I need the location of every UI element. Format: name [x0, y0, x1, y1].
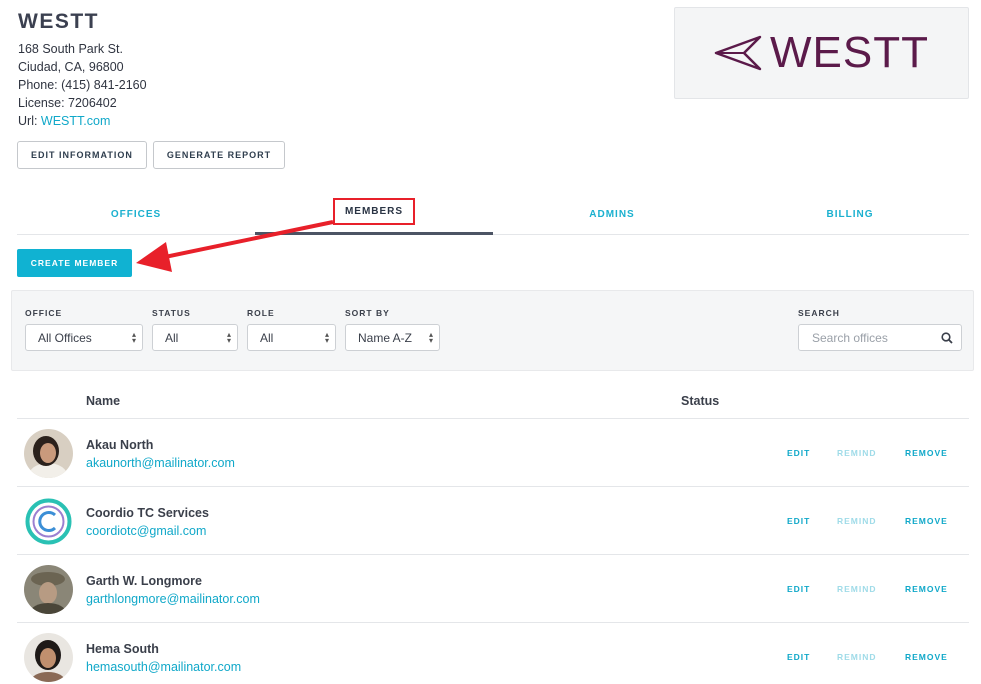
- company-city: Ciudad, CA, 96800: [18, 60, 124, 74]
- url-label: Url:: [18, 114, 41, 128]
- company-url-link[interactable]: WESTT.com: [41, 114, 110, 128]
- office-select[interactable]: All Offices ▴ ▾: [25, 324, 143, 351]
- company-info: WESTT 168 South Park St. Ciudad, CA, 968…: [18, 10, 147, 130]
- member-email[interactable]: garthlongmore@mailinator.com: [86, 592, 260, 606]
- tab-label: BILLING: [826, 209, 874, 220]
- sort-filter: SORT BY Name A-Z ▴ ▾: [345, 308, 440, 351]
- sort-select-value: Name A-Z: [358, 330, 413, 345]
- table-row: Hema South hemasouth@mailinator.com EDIT…: [17, 623, 969, 684]
- avatar: [24, 429, 73, 478]
- role-select[interactable]: All ▴ ▾: [247, 324, 336, 351]
- remind-link[interactable]: REMIND: [837, 584, 877, 594]
- tab-members[interactable]: MEMBERS: [255, 195, 493, 235]
- column-header-status: Status: [681, 394, 720, 408]
- search-filter: SEARCH Search offices: [798, 308, 962, 351]
- sort-select[interactable]: Name A-Z ▴ ▾: [345, 324, 440, 351]
- logo-wordmark: WESTT: [770, 28, 929, 77]
- office-select-value: All Offices: [38, 330, 92, 345]
- section-tabs: OFFICES MEMBERS ADMINS BILLING: [17, 195, 969, 235]
- table-row: Akau North akaunorth@mailinator.com EDIT…: [17, 419, 969, 487]
- company-address: 168 South Park St.: [18, 42, 123, 56]
- role-select-value: All: [260, 330, 274, 345]
- member-name: Akau North: [86, 438, 154, 452]
- office-filter: OFFICE All Offices ▴ ▾: [25, 308, 143, 351]
- remind-link[interactable]: REMIND: [837, 448, 877, 458]
- search-icon[interactable]: [941, 331, 953, 344]
- status-filter: STATUS All ▴ ▾: [152, 308, 238, 351]
- avatar: [24, 497, 73, 546]
- remind-link[interactable]: REMIND: [837, 516, 877, 526]
- remove-link[interactable]: REMOVE: [905, 448, 948, 458]
- company-url-line: Url: WESTT.com: [18, 112, 147, 130]
- company-name: WESTT: [18, 10, 99, 33]
- edit-link[interactable]: EDIT: [787, 652, 810, 662]
- status-filter-label: STATUS: [152, 308, 191, 318]
- role-filter: ROLE All ▴ ▾: [247, 308, 336, 351]
- edit-link[interactable]: EDIT: [787, 448, 810, 458]
- edit-information-button[interactable]: EDIT INFORMATION: [17, 141, 147, 169]
- column-header-name: Name: [86, 394, 121, 408]
- create-member-button[interactable]: CREATE MEMBER: [17, 249, 132, 277]
- role-filter-label: ROLE: [247, 308, 275, 318]
- filter-bar: OFFICE All Offices ▴ ▾ STATUS All ▴ ▾ ROLE…: [11, 290, 974, 371]
- generate-report-button[interactable]: GENERATE REPORT: [152, 141, 286, 169]
- select-arrows-icon: ▴ ▾: [131, 329, 136, 345]
- member-name: Garth W. Longmore: [86, 574, 202, 588]
- avatar: [24, 565, 73, 614]
- table-row: Coordio TC Services coordiotc@gmail.com …: [17, 487, 969, 555]
- remove-link[interactable]: REMOVE: [905, 652, 948, 662]
- company-phone: Phone: (415) 841-2160: [18, 78, 147, 92]
- tab-offices[interactable]: OFFICES: [17, 195, 255, 234]
- avatar: [24, 633, 73, 682]
- sort-filter-label: SORT BY: [345, 308, 390, 318]
- remove-link[interactable]: REMOVE: [905, 584, 948, 594]
- member-email[interactable]: coordiotc@gmail.com: [86, 524, 206, 538]
- tab-label: OFFICES: [110, 209, 162, 220]
- member-name: Hema South: [86, 642, 159, 656]
- select-arrows-icon: ▴ ▾: [324, 329, 329, 345]
- status-select-value: All: [165, 330, 179, 345]
- search-placeholder: Search offices: [812, 330, 888, 345]
- remove-link[interactable]: REMOVE: [905, 516, 948, 526]
- company-actions: EDIT INFORMATION GENERATE REPORT: [17, 141, 286, 169]
- tab-admins[interactable]: ADMINS: [493, 195, 731, 234]
- member-email[interactable]: akaunorth@mailinator.com: [86, 456, 235, 470]
- tab-label-highlighted: MEMBERS: [332, 198, 416, 225]
- tab-label: ADMINS: [589, 209, 635, 220]
- status-select[interactable]: All ▴ ▾: [152, 324, 238, 351]
- member-email[interactable]: hemasouth@mailinator.com: [86, 660, 241, 674]
- edit-link[interactable]: EDIT: [787, 516, 810, 526]
- table-row: Garth W. Longmore garthlongmore@mailinat…: [17, 555, 969, 623]
- tab-billing[interactable]: BILLING: [731, 195, 969, 234]
- company-license: License: 7206402: [18, 96, 117, 110]
- search-input[interactable]: Search offices: [798, 324, 962, 351]
- table-header: Name Status: [17, 390, 969, 419]
- member-name: Coordio TC Services: [86, 506, 209, 520]
- remind-link[interactable]: REMIND: [837, 652, 877, 662]
- paper-plane-icon: [714, 35, 762, 71]
- search-label: SEARCH: [798, 308, 840, 318]
- office-filter-label: OFFICE: [25, 308, 63, 318]
- edit-link[interactable]: EDIT: [787, 584, 810, 594]
- company-logo: WESTT: [674, 7, 969, 99]
- select-arrows-icon: ▴ ▾: [226, 329, 231, 345]
- select-arrows-icon: ▴ ▾: [428, 329, 433, 345]
